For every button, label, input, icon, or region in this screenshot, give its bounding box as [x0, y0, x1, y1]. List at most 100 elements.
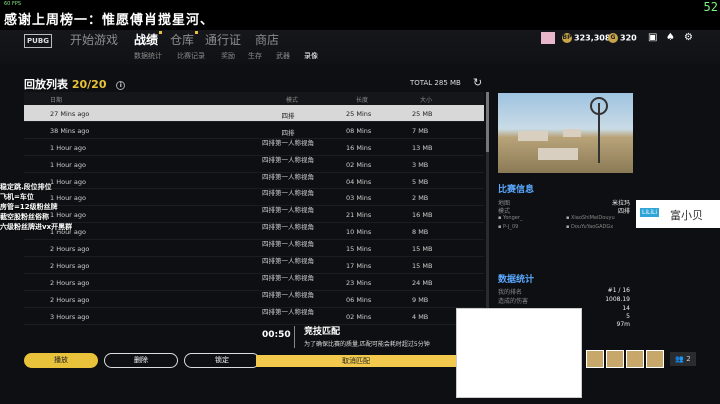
table-row[interactable]: 1 Hour ago 四排第一人称视角 10 Mins 8 MB [24, 223, 484, 241]
teammate-name[interactable]: Yonger_ [498, 215, 522, 221]
emote-icon[interactable] [586, 350, 604, 368]
replay-count: 20/20 [71, 78, 107, 91]
row-date: 3 Hours ago [50, 312, 90, 321]
replay-list-title: 回放列表 20/20 i [24, 76, 126, 92]
row-size: 5 MB [412, 177, 429, 186]
row-date: 27 Mins ago [50, 110, 90, 118]
preview-building [538, 148, 578, 160]
table-row[interactable]: 2 Hours ago 四排第一人称视角 17 Mins 15 MB [24, 257, 484, 274]
viewer-text: 富小贝 [670, 209, 703, 222]
row-mode: 四排第一人称视角 [262, 290, 314, 299]
cancel-matchmaking-button[interactable]: 取消匹配 [256, 355, 456, 367]
row-size: 4 MB [412, 312, 429, 321]
teammate-name[interactable]: P-J_09 [498, 224, 518, 230]
table-row[interactable]: 1 Hour ago 四排第一人称视角 21 Mins 16 MB [24, 206, 484, 224]
rank-value: #1 / 16 [607, 287, 630, 294]
header-mode[interactable]: 模式 [286, 95, 298, 104]
stream-banner: 感谢上周榜一：惟愿傅肖搅星河、 [0, 0, 720, 30]
row-length: 06 Mins [346, 295, 372, 304]
gift-icon[interactable] [541, 32, 555, 44]
play-button[interactable]: 播放 [24, 353, 98, 368]
stats-title: 数据统计 [498, 275, 535, 285]
row-mode: 四排第一人称视角 [262, 273, 314, 282]
lock-button[interactable]: 锁定 [184, 353, 260, 368]
emote-icon[interactable] [606, 350, 624, 368]
row-length: 02 Mins [346, 160, 372, 169]
sub-tab-survival[interactable]: 生存 [248, 51, 262, 61]
table-header: 日期 模式 长度 大小 [24, 92, 484, 105]
total-size: TOTAL 285 MB [410, 79, 461, 87]
table-row[interactable]: 27 Mins ago 四排 25 Mins 25 MB [24, 105, 484, 122]
delete-button[interactable]: 删除 [104, 353, 178, 368]
sub-tab-weapons[interactable]: 武器 [276, 51, 290, 61]
row-date: 38 Mins ago [50, 126, 90, 135]
nav-career[interactable]: 战绩 [134, 31, 162, 48]
row-size: 9 MB [412, 295, 429, 304]
row-length: 04 Mins [346, 177, 372, 186]
sub-tab-rewards[interactable]: 奖励 [221, 51, 235, 61]
party-members-icon[interactable]: 👥 2 [670, 352, 696, 366]
mode-label: 模式 [498, 208, 511, 215]
table-row[interactable]: 38 Mins ago 四排 08 Mins 7 MB [24, 122, 484, 139]
teammate-name[interactable]: DouYuYaoGADGx [566, 224, 613, 230]
replay-list-label: 回放列表 [24, 78, 68, 91]
row-mode: 四排第一人称视角 [262, 172, 314, 181]
table-row[interactable]: 1 Hour ago 四排第一人称视角 16 Mins 13 MB [24, 139, 484, 156]
nav-store[interactable]: 商店 [255, 31, 279, 48]
notification-bell-icon[interactable]: ♠ [666, 32, 675, 43]
fps-counter: 52 [703, 0, 718, 14]
row-length: 21 Mins [346, 211, 372, 220]
table-row[interactable]: 1 Hour ago 四排第一人称视角 04 Mins 5 MB [24, 173, 484, 190]
row-date: 2 Hours ago [50, 245, 90, 254]
top-navigation: PUBG 开始游戏 战绩 仓库 通行证 商店 数据统计 比赛记录 奖励 生存 武… [0, 30, 720, 64]
row-size: 2 MB [412, 194, 429, 203]
nav-start-game[interactable]: 开始游戏 [70, 31, 118, 48]
preview-building [518, 131, 548, 141]
nav-inventory[interactable]: 仓库 [170, 31, 198, 48]
emote-icon[interactable] [626, 350, 644, 368]
damage-label: 造成的伤害 [498, 298, 529, 305]
mail-icon[interactable]: ▣ [648, 32, 657, 43]
table-row[interactable]: 1 Hour ago 四排第一人称视角 02 Mins 3 MB [24, 156, 484, 173]
row-size: 13 MB [412, 143, 433, 152]
row-length: 25 Mins [346, 110, 372, 118]
pubg-logo: PUBG [24, 34, 52, 48]
matchmaking-divider [294, 326, 295, 348]
party-count: 2 [686, 355, 691, 363]
nav-pass[interactable]: 通行证 [205, 31, 241, 48]
sub-tab-match-history[interactable]: 比赛记录 [177, 51, 205, 61]
map-preview-image [498, 93, 633, 173]
distance-value: 97m [616, 321, 630, 328]
sub-tab-stats[interactable]: 数据统计 [134, 51, 162, 61]
stat-damage-row: 造成的伤害 1008.19 [498, 296, 632, 305]
sub-tab-replays[interactable]: 录像 [304, 51, 318, 61]
row-date: 2 Hours ago [50, 278, 90, 287]
header-date[interactable]: 日期 [50, 95, 62, 104]
emote-icon[interactable] [646, 350, 664, 368]
row-size: 3 MB [412, 160, 429, 169]
webcam-overlay [456, 308, 582, 398]
row-date: 1 Hour ago [50, 160, 87, 169]
table-row[interactable]: 2 Hours ago 四排第一人称视角 23 Mins 24 MB [24, 274, 484, 291]
row-length: 17 Mins [346, 262, 372, 271]
assists-value: 5 [626, 313, 630, 320]
match-info-title: 比赛信息 [498, 185, 535, 195]
refresh-icon[interactable]: ↻ [473, 76, 482, 89]
header-length[interactable]: 长度 [356, 95, 368, 104]
row-mode: 四排第一人称视角 [262, 257, 314, 266]
teammate-name[interactable]: XiaoShiMeiDouyu [566, 215, 615, 221]
settings-gear-icon[interactable]: ⚙ [684, 32, 693, 43]
info-icon[interactable]: i [116, 80, 126, 90]
matchmaking-timer: 00:50 [262, 330, 291, 340]
row-mode: 四排第一人称视角 [262, 189, 314, 198]
viewer-tag: LiLiLi [640, 208, 660, 217]
table-row[interactable]: 2 Hours ago 四排第一人称视角 15 Mins 15 MB [24, 240, 484, 258]
header-size[interactable]: 大小 [420, 95, 432, 104]
table-row[interactable]: 1 Hour ago 四排第一人称视角 03 Mins 2 MB [24, 189, 484, 207]
scrollbar-thumb[interactable] [486, 92, 489, 152]
row-size: 15 MB [412, 262, 433, 271]
table-row[interactable]: 2 Hours ago 四排第一人称视角 06 Mins 9 MB [24, 291, 484, 308]
row-mode: 四排第一人称视角 [262, 138, 314, 147]
row-length: 03 Mins [346, 194, 372, 203]
table-row[interactable]: 3 Hours ago 四排第一人称视角 02 Mins 4 MB [24, 308, 484, 325]
